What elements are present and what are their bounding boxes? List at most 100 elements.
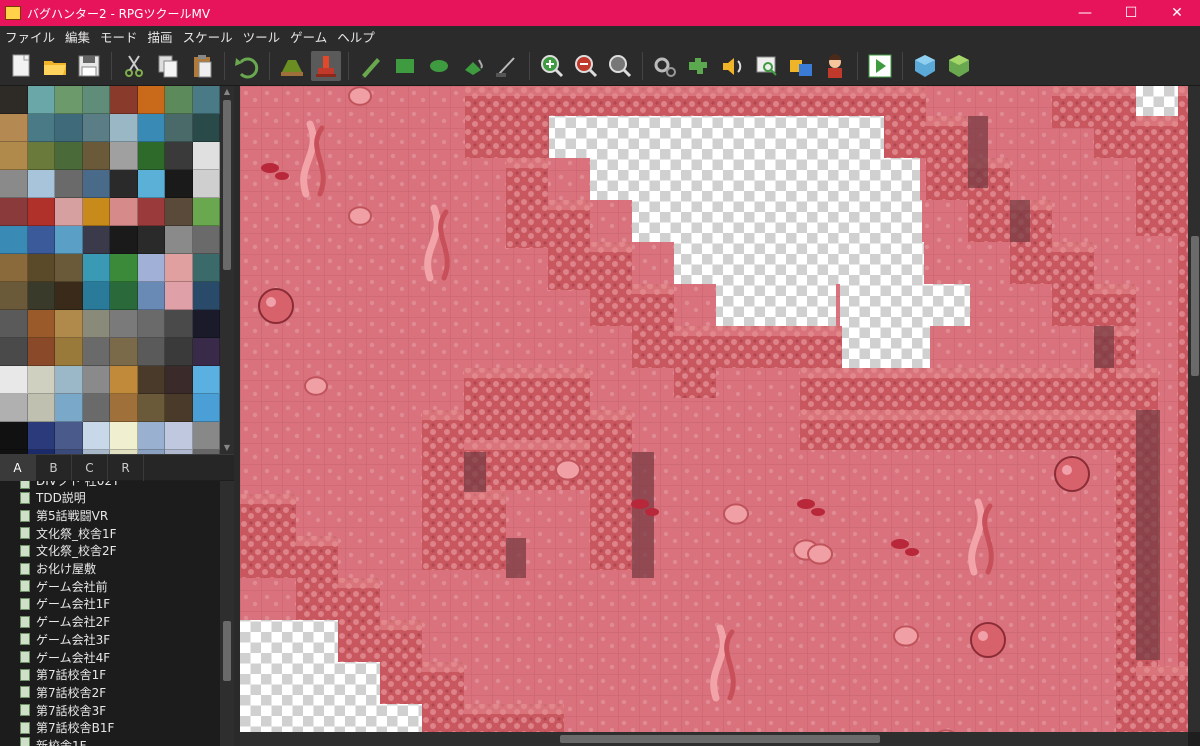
map-tree-item[interactable]: ゲーム会社前 bbox=[0, 577, 234, 595]
copy-button[interactable] bbox=[153, 51, 183, 81]
tileset-tile[interactable] bbox=[110, 86, 138, 114]
tileset-tile[interactable] bbox=[110, 338, 138, 366]
tileset-tile[interactable] bbox=[82, 282, 110, 310]
tileset-tile[interactable] bbox=[82, 254, 110, 282]
map-tree-item[interactable]: ゲーム会社1F bbox=[0, 595, 234, 613]
menu-item-0[interactable]: ファイル bbox=[0, 27, 60, 46]
tileset-tile[interactable] bbox=[137, 114, 165, 142]
tileset-tile[interactable] bbox=[27, 422, 55, 450]
tileset-tile[interactable] bbox=[165, 366, 193, 394]
tileset-tile[interactable] bbox=[137, 422, 165, 450]
tileset-tile[interactable] bbox=[110, 198, 138, 226]
ellipse-button[interactable] bbox=[424, 51, 454, 81]
tileset-tab-r[interactable]: R bbox=[108, 455, 144, 481]
map-tree-item[interactable]: 文化祭_校舎1F bbox=[0, 524, 234, 542]
tileset-tile[interactable] bbox=[55, 114, 83, 142]
map-tree-item[interactable]: 第5話戦闘VR bbox=[0, 507, 234, 525]
close-button[interactable]: ✕ bbox=[1154, 0, 1200, 26]
map-list-scrollbar[interactable] bbox=[220, 481, 234, 746]
map-list-scroll-thumb[interactable] bbox=[223, 621, 231, 681]
tileset-tile[interactable] bbox=[27, 86, 55, 114]
tileset-tile[interactable] bbox=[0, 366, 28, 394]
map-tree-item[interactable]: ゲーム会社4F bbox=[0, 648, 234, 666]
tileset-tile[interactable] bbox=[55, 366, 83, 394]
tileset-tile[interactable] bbox=[110, 422, 138, 450]
tileset-tile[interactable] bbox=[165, 394, 193, 422]
tileset-tile[interactable] bbox=[27, 338, 55, 366]
tileset-tile[interactable] bbox=[137, 338, 165, 366]
plugin-manager-button[interactable] bbox=[684, 51, 714, 81]
map-tree-item[interactable]: 新校舎1F bbox=[0, 736, 234, 746]
tileset-tile[interactable] bbox=[82, 422, 110, 450]
menu-item-2[interactable]: モード bbox=[95, 27, 143, 46]
tileset-tile[interactable] bbox=[192, 254, 220, 282]
tileset-tile[interactable] bbox=[27, 198, 55, 226]
tileset-tile[interactable] bbox=[110, 394, 138, 422]
tileset-tile[interactable] bbox=[0, 394, 28, 422]
zoom-out-button[interactable] bbox=[571, 51, 601, 81]
tileset-tile[interactable] bbox=[27, 142, 55, 170]
tileset-tile[interactable] bbox=[0, 198, 28, 226]
menu-item-6[interactable]: ゲーム bbox=[285, 27, 332, 46]
map-tree-item[interactable]: 第7話校舎1F bbox=[0, 666, 234, 684]
tileset-tile[interactable] bbox=[27, 282, 55, 310]
tileset-tab-c[interactable]: C bbox=[72, 455, 108, 481]
tileset-tile[interactable] bbox=[137, 254, 165, 282]
tileset-tile[interactable] bbox=[192, 226, 220, 254]
tileset-tile[interactable] bbox=[192, 310, 220, 338]
map-tiles[interactable] bbox=[240, 86, 1188, 732]
tileset-tile[interactable] bbox=[27, 114, 55, 142]
event-search-button[interactable] bbox=[752, 51, 782, 81]
tileset-tile[interactable] bbox=[27, 366, 55, 394]
tileset-tile[interactable] bbox=[192, 142, 220, 170]
tileset-tile[interactable] bbox=[55, 282, 83, 310]
map-vertical-scroll-thumb[interactable] bbox=[1191, 236, 1199, 376]
tileset-tile[interactable] bbox=[82, 226, 110, 254]
tileset-scroll-thumb[interactable] bbox=[223, 100, 231, 270]
tileset-tile[interactable] bbox=[55, 422, 83, 450]
tileset-tile[interactable] bbox=[27, 254, 55, 282]
map-tree-item[interactable]: 第7話校舎3F bbox=[0, 701, 234, 719]
tileset-tile[interactable] bbox=[82, 310, 110, 338]
cut-button[interactable] bbox=[119, 51, 149, 81]
tileset-tile[interactable] bbox=[137, 142, 165, 170]
shadow-pen-button[interactable] bbox=[492, 51, 522, 81]
minimize-button[interactable]: — bbox=[1062, 0, 1108, 26]
tileset-tile[interactable] bbox=[82, 86, 110, 114]
tileset-tile[interactable] bbox=[82, 366, 110, 394]
tileset-tile[interactable] bbox=[0, 86, 28, 114]
tileset-tile[interactable] bbox=[82, 170, 110, 198]
tileset-tile[interactable] bbox=[0, 310, 28, 338]
tileset-tile[interactable] bbox=[55, 226, 83, 254]
tileset-tile[interactable] bbox=[110, 142, 138, 170]
tileset-tile[interactable] bbox=[165, 422, 193, 450]
tileset-tile[interactable] bbox=[137, 170, 165, 198]
tileset-tile[interactable] bbox=[192, 114, 220, 142]
tileset-tile[interactable] bbox=[165, 310, 193, 338]
map-tree-item[interactable]: 第7話校舎B1F bbox=[0, 719, 234, 737]
tileset-tile[interactable] bbox=[192, 366, 220, 394]
playtest-button[interactable] bbox=[865, 51, 895, 81]
flood-fill-button[interactable] bbox=[458, 51, 488, 81]
tileset-tile[interactable] bbox=[192, 394, 220, 422]
tileset-tile[interactable] bbox=[0, 254, 28, 282]
undo-button[interactable] bbox=[232, 51, 262, 81]
tileset-tile[interactable] bbox=[110, 170, 138, 198]
sound-test-button[interactable] bbox=[718, 51, 748, 81]
resource-manager-button[interactable] bbox=[786, 51, 816, 81]
pencil-button[interactable] bbox=[356, 51, 386, 81]
tileset-tile[interactable] bbox=[27, 394, 55, 422]
tileset-palette[interactable]: ▲ ▼ bbox=[0, 86, 234, 454]
map-horizontal-scrollbar[interactable] bbox=[240, 732, 1188, 746]
rectangle-button[interactable] bbox=[390, 51, 420, 81]
tileset-grid[interactable] bbox=[0, 86, 220, 454]
tileset-tile[interactable] bbox=[55, 254, 83, 282]
tileset-tile[interactable] bbox=[0, 142, 28, 170]
zoom-in-button[interactable] bbox=[537, 51, 567, 81]
tileset-tile[interactable] bbox=[165, 86, 193, 114]
tileset-tile[interactable] bbox=[82, 142, 110, 170]
open-project-button[interactable] bbox=[40, 51, 70, 81]
paste-button[interactable] bbox=[187, 51, 217, 81]
tileset-tile[interactable] bbox=[55, 198, 83, 226]
map-tree-item[interactable]: お化け屋敷 bbox=[0, 560, 234, 578]
